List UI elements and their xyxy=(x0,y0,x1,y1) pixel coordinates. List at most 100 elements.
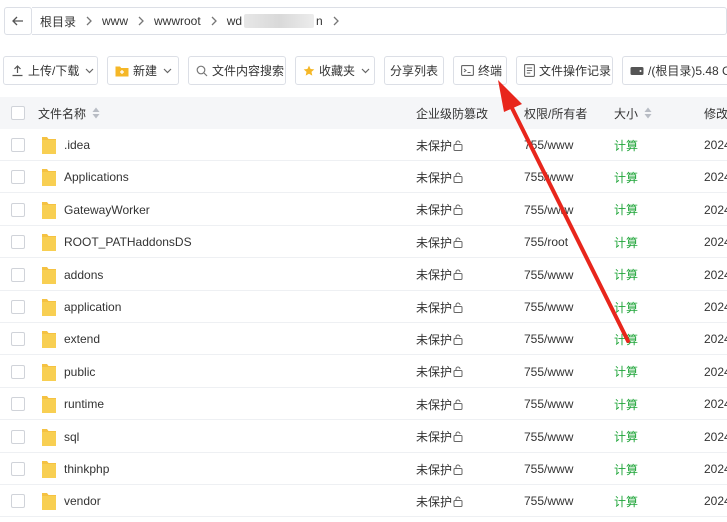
tamper-status[interactable]: 未保护 xyxy=(416,356,463,388)
calculate-size-link[interactable]: 计算 xyxy=(614,194,638,226)
new-button[interactable]: 新建 xyxy=(107,56,179,85)
tamper-status[interactable]: 未保护 xyxy=(416,291,463,323)
calculate-size-link[interactable]: 计算 xyxy=(614,323,638,355)
file-name[interactable]: thinkphp xyxy=(64,453,109,485)
permission-owner[interactable]: 755/root xyxy=(524,226,568,258)
content-search-button[interactable]: 文件内容搜索 xyxy=(188,56,286,85)
file-name[interactable]: public xyxy=(64,356,95,388)
table-row[interactable]: extend 未保护 755/www 计算 2024 xyxy=(0,323,727,356)
table-row[interactable]: public 未保护 755/www 计算 2024 xyxy=(0,356,727,388)
calculate-size-link[interactable]: 计算 xyxy=(614,259,638,291)
file-name[interactable]: runtime xyxy=(64,388,104,420)
permission-owner[interactable]: 755/www xyxy=(524,161,573,193)
permission-owner[interactable]: 755/www xyxy=(524,323,573,355)
calculate-size-link[interactable]: 计算 xyxy=(614,226,638,258)
table-row[interactable]: application 未保护 755/www 计算 2024 xyxy=(0,291,727,323)
permission-owner[interactable]: 755/www xyxy=(524,291,573,323)
file-operation-log-button[interactable]: 文件操作记录 xyxy=(516,56,613,85)
tamper-status-label: 未保护 xyxy=(416,268,453,283)
row-checkbox[interactable] xyxy=(11,364,25,379)
file-name[interactable]: sql xyxy=(64,421,79,453)
column-header-size[interactable]: 大小 xyxy=(614,97,652,129)
permission-owner[interactable]: 755/www xyxy=(524,421,573,453)
tamper-status-label: 未保护 xyxy=(416,170,453,185)
calculate-size-link[interactable]: 计算 xyxy=(614,453,638,485)
row-checkbox[interactable] xyxy=(11,202,25,217)
table-row[interactable]: runtime 未保护 755/www 计算 2024 xyxy=(0,388,727,421)
calculate-size-link[interactable]: 计算 xyxy=(614,129,638,161)
calculate-size-link[interactable]: 计算 xyxy=(614,388,638,420)
row-checkbox[interactable] xyxy=(11,397,25,412)
table-row[interactable]: GatewayWorker 未保护 755/www 计算 2024 xyxy=(0,194,727,226)
calculate-size-link[interactable]: 计算 xyxy=(614,291,638,323)
breadcrumb-item-site[interactable]: wd n xyxy=(227,14,323,29)
file-name[interactable]: ROOT_PATHaddonsDS xyxy=(64,226,192,258)
tamper-status[interactable]: 未保护 xyxy=(416,161,463,193)
breadcrumb-item-wwwroot[interactable]: wwwroot xyxy=(154,14,201,28)
new-label: 新建 xyxy=(133,64,158,78)
favorites-button[interactable]: 收藏夹 xyxy=(295,56,375,85)
breadcrumb-item-root[interactable]: 根目录 xyxy=(40,13,76,30)
permission-owner[interactable]: 755/www xyxy=(524,356,573,388)
table-row[interactable]: ROOT_PATHaddonsDS 未保护 755/root 计算 2024 xyxy=(0,226,727,259)
calculate-size-link[interactable]: 计算 xyxy=(614,161,638,193)
breadcrumb-item-www[interactable]: www xyxy=(102,14,128,28)
tamper-status[interactable]: 未保护 xyxy=(416,226,463,258)
calculate-size-link[interactable]: 计算 xyxy=(614,421,638,453)
share-list-button[interactable]: 分享列表 xyxy=(384,56,444,85)
column-header-name[interactable]: 文件名称 xyxy=(38,97,100,129)
file-name[interactable]: vendor xyxy=(64,485,101,517)
permission-owner[interactable]: 755/www xyxy=(524,194,573,226)
table-row[interactable]: sql 未保护 755/www 计算 2024 xyxy=(0,421,727,453)
select-all-checkbox[interactable] xyxy=(11,106,25,120)
tamper-status[interactable]: 未保护 xyxy=(416,259,463,291)
table-row[interactable]: addons 未保护 755/www 计算 2024 xyxy=(0,259,727,291)
tamper-status[interactable]: 未保护 xyxy=(416,485,463,517)
table-row[interactable]: vendor 未保护 755/www 计算 2024 xyxy=(0,485,727,518)
row-checkbox[interactable] xyxy=(11,300,25,314)
table-row[interactable]: Applications 未保护 755/www 计算 2024 xyxy=(0,161,727,194)
table-row[interactable]: .idea 未保护 755/www 计算 2024 xyxy=(0,129,727,161)
lock-icon xyxy=(453,269,463,281)
column-header-modified[interactable]: 修改 xyxy=(704,97,727,129)
lock-icon xyxy=(453,464,463,475)
sort-icon xyxy=(92,107,100,119)
table-row[interactable]: thinkphp 未保护 755/www 计算 2024 xyxy=(0,453,727,485)
row-checkbox[interactable] xyxy=(11,462,25,476)
disk-button[interactable]: /(根目录)5.48 GB xyxy=(622,56,727,85)
tamper-status[interactable]: 未保护 xyxy=(416,453,463,485)
permission-owner[interactable]: 755/www xyxy=(524,129,573,161)
tamper-status[interactable]: 未保护 xyxy=(416,129,463,161)
file-name[interactable]: extend xyxy=(64,323,100,355)
calculate-size-link[interactable]: 计算 xyxy=(614,485,638,517)
tamper-status[interactable]: 未保护 xyxy=(416,421,463,453)
tamper-status[interactable]: 未保护 xyxy=(416,194,463,226)
lock-icon xyxy=(453,140,463,151)
row-checkbox[interactable] xyxy=(11,332,25,347)
row-checkbox[interactable] xyxy=(11,429,25,444)
row-checkbox[interactable] xyxy=(11,267,25,282)
tamper-status[interactable]: 未保护 xyxy=(416,323,463,355)
permission-owner[interactable]: 755/www xyxy=(524,485,573,517)
terminal-button[interactable]: 终端 xyxy=(453,56,507,85)
tamper-status-label: 未保护 xyxy=(416,462,453,477)
row-checkbox[interactable] xyxy=(11,170,25,185)
permission-owner[interactable]: 755/www xyxy=(524,453,573,485)
file-name[interactable]: addons xyxy=(64,259,103,291)
calculate-size-link[interactable]: 计算 xyxy=(614,356,638,388)
file-name[interactable]: GatewayWorker xyxy=(64,194,150,226)
tamper-status[interactable]: 未保护 xyxy=(416,388,463,420)
file-name[interactable]: Applications xyxy=(64,161,129,193)
file-name[interactable]: application xyxy=(64,291,121,323)
breadcrumb-bar: 根目录 www wwwroot wd n xyxy=(0,0,727,42)
permission-owner[interactable]: 755/www xyxy=(524,259,573,291)
row-checkbox[interactable] xyxy=(11,235,25,250)
row-checkbox[interactable] xyxy=(11,138,25,152)
upload-download-button[interactable]: 上传/下载 xyxy=(3,56,98,85)
file-name[interactable]: .idea xyxy=(64,129,90,161)
back-button[interactable] xyxy=(4,7,32,35)
permission-owner[interactable]: 755/www xyxy=(524,388,573,420)
folder-icon xyxy=(41,421,57,453)
folder-icon xyxy=(41,356,57,388)
row-checkbox[interactable] xyxy=(11,494,25,509)
